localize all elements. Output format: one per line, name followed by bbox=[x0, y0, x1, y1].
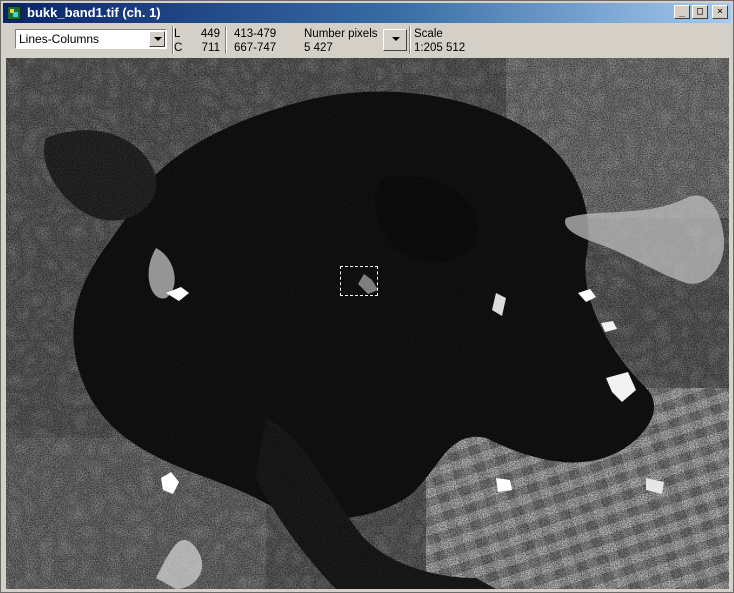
window-title: bukk_band1.tif (ch. 1) bbox=[27, 5, 161, 20]
options-dropdown-button[interactable] bbox=[383, 29, 407, 51]
image-window: bukk_band1.tif (ch. 1) _ □ × Lines-Colum… bbox=[0, 0, 734, 593]
title-bar[interactable]: bukk_band1.tif (ch. 1) _ □ × bbox=[3, 3, 731, 23]
number-pixels-value: 5 427 bbox=[304, 42, 333, 54]
chevron-down-icon bbox=[392, 37, 400, 41]
maximize-button[interactable]: □ bbox=[692, 5, 708, 19]
image-app-icon[interactable] bbox=[7, 6, 21, 20]
toolbar: Lines-Columns L C 449 711 413-479 667-74… bbox=[3, 23, 731, 57]
mode-select-value: Lines-Columns bbox=[19, 32, 100, 46]
column-label: C bbox=[174, 42, 183, 54]
column-range: 667-747 bbox=[234, 42, 277, 54]
line-range: 413-479 bbox=[234, 28, 277, 40]
close-button[interactable]: × bbox=[712, 5, 728, 19]
satellite-image-view[interactable] bbox=[6, 58, 729, 589]
chevron-down-icon bbox=[154, 37, 162, 41]
column-value: 711 bbox=[201, 42, 220, 54]
line-value: 449 bbox=[200, 28, 220, 40]
selection-rectangle[interactable] bbox=[340, 266, 378, 296]
toolbar-separator bbox=[409, 26, 411, 54]
number-pixels-label: Number pixels bbox=[304, 28, 378, 40]
line-label: L bbox=[174, 28, 181, 40]
mode-select[interactable]: Lines-Columns bbox=[15, 29, 167, 49]
toolbar-separator bbox=[225, 26, 227, 54]
scale-value: 1:205 512 bbox=[414, 42, 466, 54]
satellite-image bbox=[6, 58, 729, 589]
mode-select-dropdown-button[interactable] bbox=[149, 31, 165, 47]
scale-label: Scale bbox=[414, 28, 443, 40]
minimize-button[interactable]: _ bbox=[674, 5, 690, 19]
window-controls: _ □ × bbox=[674, 5, 728, 19]
